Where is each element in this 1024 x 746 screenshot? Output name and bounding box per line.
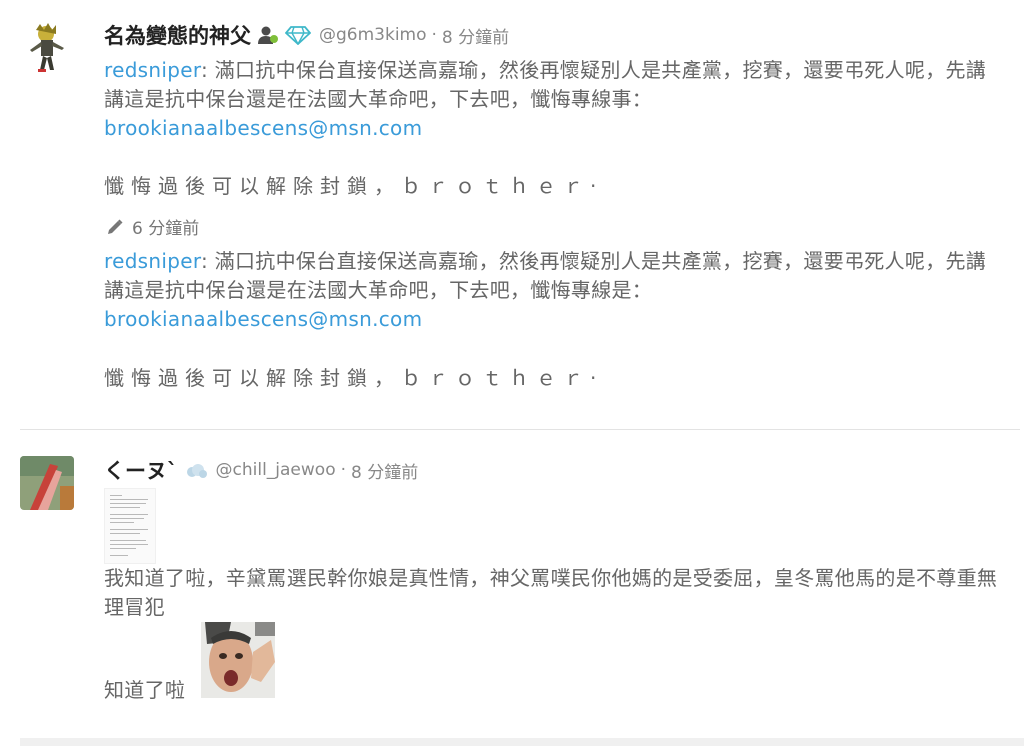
post-footer-text: 懺悔過後可以解除封鎖，ｂｒｏｔｈｅｒ· — [104, 174, 604, 198]
previous-footer-text: 懺悔過後可以解除封鎖，ｂｒｏｔｈｅｒ· — [104, 366, 604, 390]
post-time[interactable]: 8 分鐘前 — [351, 458, 418, 483]
author-name[interactable]: くーヌ` — [104, 455, 178, 485]
email-link[interactable]: brookianaalbescens@msn.com — [104, 114, 1004, 143]
avatar-figure-icon — [20, 20, 74, 74]
author-handle[interactable]: @chill_jaewoo — [216, 460, 336, 480]
separator-dot: · — [431, 25, 437, 45]
post-text: : 滿口抗中保台直接保送高嘉瑜，然後再懷疑別人是共產黨，挖賽，還要弔死人呢，先講… — [104, 58, 987, 111]
avatar[interactable] — [20, 456, 74, 510]
post-divider — [20, 429, 1020, 430]
post-body: 我知道了啦，辛黛罵選民幹你娘是真性情，神父罵噗民你他媽的是受委屈，皇冬罵他馬的是… — [104, 566, 998, 619]
post-body: redsniper: 滿口抗中保台直接保送高嘉瑜，然後再懷疑別人是共產黨，挖賽，… — [104, 56, 1004, 143]
next-post-edge — [20, 738, 1024, 746]
author-handle[interactable]: @g6m3kimo — [319, 25, 427, 45]
avatar-photo-icon — [20, 456, 74, 510]
email-link[interactable]: brookianaalbescens@msn.com — [104, 305, 1004, 334]
post-header: 名為變態的神父 @g6m3kimo · 8 分鐘前 — [104, 20, 509, 50]
mention-link[interactable]: redsniper — [104, 58, 201, 82]
previous-version-body: redsniper: 滿口抗中保台直接保送高嘉瑜，然後再懷疑別人是共產黨，挖賽，… — [104, 247, 1004, 334]
pencil-icon — [108, 219, 123, 234]
edit-time: 6 分鐘前 — [132, 219, 200, 239]
post-text: : 滿口抗中保台直接保送高嘉瑜，然後再懷疑別人是共產黨，挖賽，還要弔死人呢，先講… — [104, 249, 987, 302]
meme-image[interactable] — [201, 622, 275, 698]
edit-history-header: 6 分鐘前 — [106, 214, 199, 239]
avatar[interactable] — [20, 20, 74, 74]
cloud-icon — [184, 460, 208, 480]
mention-link[interactable]: redsniper — [104, 249, 201, 273]
post-time[interactable]: 8 分鐘前 — [442, 23, 509, 48]
post-header: くーヌ` @chill_jaewoo · 8 分鐘前 — [104, 455, 418, 485]
user-icon — [257, 24, 279, 46]
attachment-thumbnail[interactable] — [104, 488, 156, 564]
diamond-icon — [285, 25, 311, 45]
meme-face-icon — [201, 622, 275, 698]
separator-dot: · — [340, 460, 347, 480]
author-name[interactable]: 名為變態的神父 — [104, 20, 251, 50]
